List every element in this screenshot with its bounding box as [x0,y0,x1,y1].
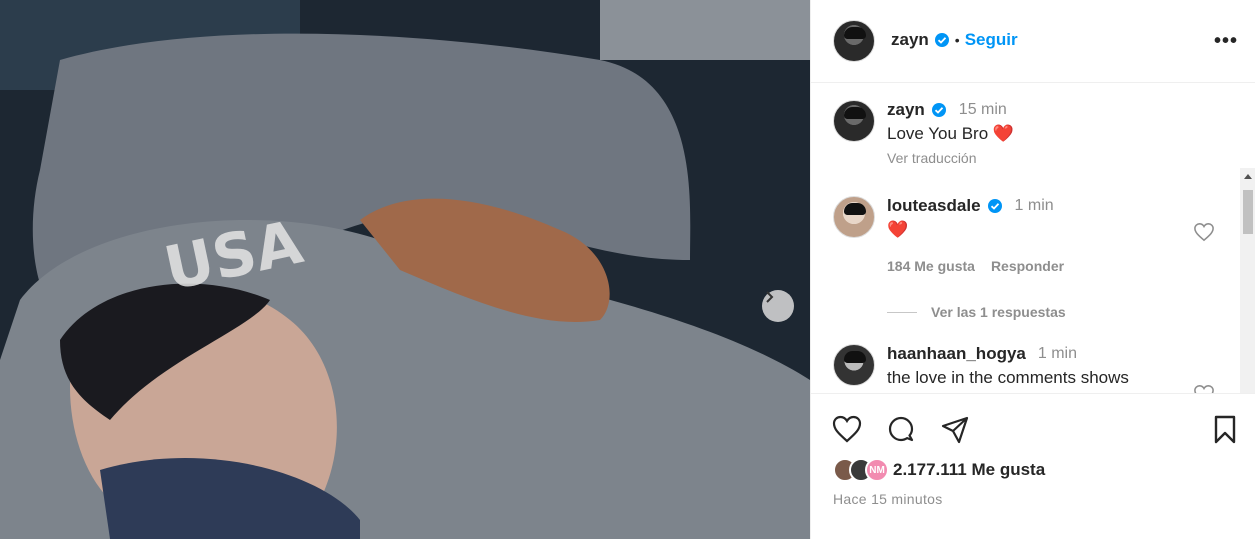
carousel-next-button[interactable] [762,290,794,322]
separator-dot: • [954,32,960,48]
comments-list: zayn 15 min Love You Bro ❤️ Ver traducci… [811,84,1255,394]
photo-illustration: USA [0,0,810,539]
heart-icon[interactable] [1193,384,1215,394]
follow-button[interactable]: Seguir [965,30,1018,50]
caption-username[interactable]: zayn [887,100,925,120]
share-icon[interactable] [939,414,971,446]
view-replies-label: Ver las 1 respuestas [931,304,1066,320]
comments-scrollbar[interactable] [1240,168,1255,393]
verified-icon [931,103,946,117]
comment-meta: 184 Me gusta Responder [887,258,1217,274]
commenter-avatar[interactable] [833,196,875,238]
caption-avatar[interactable] [833,100,875,142]
comment-time: 1 min [1037,345,1077,362]
post-photo: USA [0,0,810,539]
comment-likes[interactable]: 184 Me gusta [887,258,975,274]
commenter-username[interactable]: haanhaan_hogya [887,344,1026,364]
liker-avatar[interactable]: NM [865,458,889,482]
posted-time: Hace 15 minutos [833,491,943,507]
caption-text-row: Love You Bro ❤️ [887,124,1217,144]
author-info: zayn • Seguir [891,30,1018,50]
caption-text: Love You Bro [887,124,989,143]
author-avatar[interactable] [833,20,875,62]
post-side-panel: zayn • Seguir ••• zayn 15 min Love You B… [810,0,1255,539]
translate-link[interactable]: Ver traducción [887,150,1217,166]
comment-text: the love in the comments shows [887,368,1129,387]
post-header: zayn • Seguir ••• [811,0,1255,83]
heart-icon[interactable] [1193,222,1215,242]
commenter-avatar[interactable] [833,344,875,386]
post-actions [831,414,1241,448]
verified-icon [934,33,949,47]
scroll-up-icon[interactable] [1244,174,1252,179]
caption-time: 15 min [958,101,1007,118]
reply-button[interactable]: Responder [991,258,1064,274]
comment-text: ❤️ [887,220,909,239]
comment-icon[interactable] [885,414,917,446]
heart-emoji: ❤️ [992,124,1015,143]
scroll-thumb[interactable] [1243,190,1253,234]
likes-count[interactable]: 2.177.111 Me gusta [893,460,1045,480]
commenter-username[interactable]: louteasdale [887,196,981,216]
heart-icon[interactable] [831,414,863,446]
more-options-button[interactable]: ••• [1214,30,1238,53]
likes-row: NM 2.177.111 Me gusta [833,458,1045,482]
view-replies-button[interactable]: Ver las 1 respuestas [887,304,1066,320]
author-username[interactable]: zayn [891,30,929,50]
replies-divider [887,311,917,313]
verified-icon [987,199,1002,213]
comment-time: 1 min [1014,197,1054,214]
chevron-right-icon [766,291,774,303]
bookmark-icon[interactable] [1209,414,1241,446]
